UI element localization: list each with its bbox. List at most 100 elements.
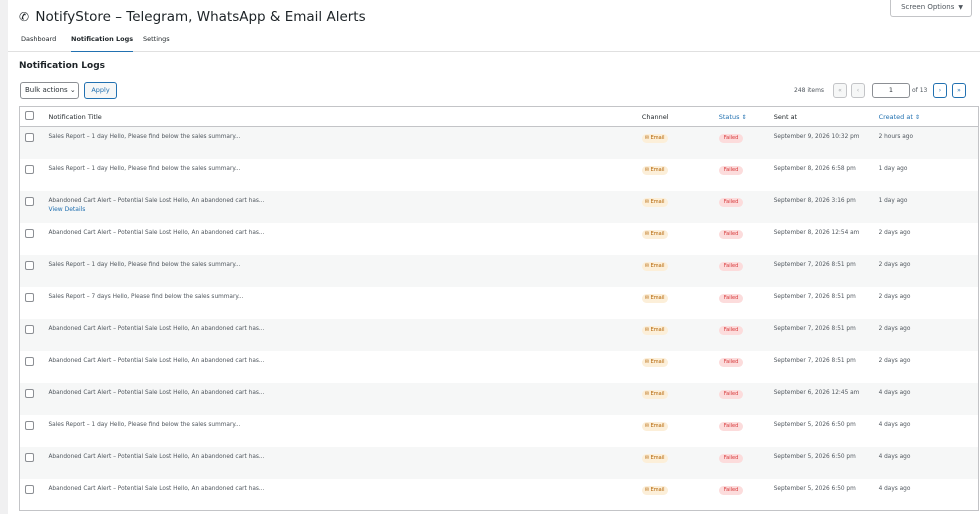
table-row[interactable]: Sales Report – 1 day Hello, Please find … [19, 126, 979, 159]
created-at-cell: 2 hours ago [878, 134, 914, 140]
tab-bar: Dashboard Notification Logs Settings [8, 35, 980, 52]
status-badge: Failed [718, 261, 744, 271]
tab-settings[interactable]: Settings [143, 35, 170, 52]
sort-icon: ⇕ [914, 113, 920, 121]
row-checkbox[interactable] [25, 484, 34, 494]
channel-cell: ✉ Email [641, 383, 719, 415]
channel-badge: ✉ Email [641, 389, 668, 399]
header-status[interactable]: Status ⇕ [718, 106, 774, 127]
row-checkbox[interactable] [25, 292, 34, 302]
header-status-label: Status [718, 112, 740, 121]
status-badge: Failed [718, 485, 744, 495]
channel-cell: ✉ Email [641, 255, 719, 287]
status-badge: Failed [718, 229, 744, 239]
row-checkbox[interactable] [25, 228, 34, 238]
title-cell: Abandoned Cart Alert – Potential Sale Lo… [48, 191, 641, 223]
status-cell: Failed [718, 351, 774, 383]
channel-cell: ✉ Email [641, 159, 719, 191]
status-badge: Failed [718, 165, 744, 175]
first-page-button[interactable]: « [833, 83, 847, 98]
table-row[interactable]: Abandoned Cart Alert – Potential Sale Lo… [19, 190, 979, 223]
channel-badge: ✉ Email [641, 325, 668, 335]
created-at-cell: 4 days ago [878, 389, 911, 396]
table-row[interactable]: Abandoned Cart Alert – Potential Sale Lo… [19, 318, 979, 351]
select-all-checkbox[interactable] [25, 111, 34, 120]
notification-title: Abandoned Cart Alert – Potential Sale Lo… [48, 197, 265, 204]
created-at-cell: 2 days ago [878, 261, 911, 268]
table-header-row: Notification Title Channel Status ⇕ Sent … [19, 106, 979, 127]
status-cell: Failed [718, 255, 774, 287]
notification-title: Sales Report – 1 day Hello, Please find … [48, 165, 241, 172]
last-page-button[interactable]: » [952, 83, 966, 98]
status-badge: Failed [718, 293, 744, 303]
channel-badge: ✉ Email [641, 453, 668, 463]
row-checkbox[interactable] [25, 452, 34, 462]
row-checkbox-cell [20, 447, 49, 479]
notification-title: Abandoned Cart Alert – Potential Sale Lo… [48, 453, 265, 460]
row-checkbox[interactable] [25, 196, 34, 206]
status-cell: Failed [718, 159, 774, 191]
sent-at-cell: September 8, 2026 12:54 am [773, 229, 860, 236]
prev-page-button[interactable]: ‹ [851, 83, 865, 98]
status-badge: Failed [718, 134, 744, 143]
row-checkbox[interactable] [25, 260, 34, 270]
row-checkbox-cell [20, 415, 49, 447]
created-at-cell: 2 days ago [878, 293, 911, 300]
row-checkbox-cell [20, 351, 49, 383]
created-at-cell: 1 day ago [878, 197, 908, 204]
channel-badge: ✉ Email [641, 197, 668, 207]
title-cell: Abandoned Cart Alert – Potential Sale Lo… [48, 447, 641, 479]
channel-cell: ✉ Email [641, 415, 719, 447]
notification-title: Abandoned Cart Alert – Potential Sale Lo… [48, 485, 265, 492]
status-cell: Failed [718, 415, 774, 447]
chevron-down-icon: ⌄ [69, 86, 76, 94]
table-row[interactable]: Sales Report – 1 day Hello, Please find … [19, 254, 979, 287]
view-details-link[interactable]: View Details [48, 206, 641, 213]
row-checkbox[interactable] [25, 356, 34, 366]
channel-badge: ✉ Email [641, 261, 668, 271]
section-title: Notification Logs [19, 61, 106, 71]
notification-title: Sales Report – 1 day Hello, Please find … [48, 261, 241, 268]
table-row[interactable]: Abandoned Cart Alert – Potential Sale Lo… [19, 382, 979, 415]
row-checkbox[interactable] [25, 164, 34, 174]
current-page-input[interactable]: 1 [872, 83, 910, 98]
row-checkbox-cell [20, 255, 49, 287]
sent-at-cell: September 5, 2026 6:50 pm [773, 453, 856, 460]
apply-button[interactable]: Apply [84, 82, 117, 99]
row-checkbox-cell [20, 287, 49, 319]
table-row[interactable]: Abandoned Cart Alert – Potential Sale Lo… [19, 478, 979, 511]
tab-dashboard[interactable]: Dashboard [21, 35, 56, 52]
status-cell: Failed [718, 191, 774, 223]
row-checkbox-cell [20, 223, 49, 255]
row-checkbox[interactable] [25, 388, 34, 398]
row-checkbox[interactable] [25, 133, 34, 142]
screen-options-button[interactable]: Screen Options ▼ [890, 0, 972, 17]
tab-notification-logs[interactable]: Notification Logs [71, 35, 134, 52]
sent-at-cell: September 7, 2026 8:51 pm [773, 261, 856, 268]
table-row[interactable]: Sales Report – 1 day Hello, Please find … [19, 414, 979, 447]
channel-cell: ✉ Email [641, 479, 719, 511]
notification-title: Abandoned Cart Alert – Potential Sale Lo… [48, 325, 265, 332]
table-row[interactable]: Abandoned Cart Alert – Potential Sale Lo… [19, 446, 979, 479]
admin-sidebar-edge [0, 0, 8, 514]
table-row[interactable]: Abandoned Cart Alert – Potential Sale Lo… [19, 350, 979, 383]
status-cell: Failed [718, 127, 774, 159]
table-row[interactable]: Sales Report – 1 day Hello, Please find … [19, 158, 979, 191]
title-cell: Abandoned Cart Alert – Potential Sale Lo… [48, 319, 641, 351]
row-checkbox-cell [20, 383, 49, 415]
notification-title: Abandoned Cart Alert – Potential Sale Lo… [48, 357, 265, 364]
bulk-actions-select[interactable]: Bulk actions ⌄ [20, 82, 79, 99]
table-row[interactable]: Sales Report – 7 days Hello, Please find… [19, 286, 979, 319]
title-cell: Sales Report – 1 day Hello, Please find … [48, 415, 641, 447]
channel-badge: ✉ Email [641, 134, 668, 143]
row-checkbox[interactable] [25, 420, 34, 430]
row-checkbox-cell [20, 479, 49, 511]
row-checkbox[interactable] [25, 324, 34, 334]
created-at-cell: 4 days ago [878, 485, 911, 492]
created-at-cell: 4 days ago [878, 453, 911, 460]
table-row[interactable]: Abandoned Cart Alert – Potential Sale Lo… [19, 222, 979, 255]
header-created-at[interactable]: Created at ⇕ [878, 106, 979, 127]
next-page-button[interactable]: › [933, 83, 947, 98]
title-cell: Abandoned Cart Alert – Potential Sale Lo… [48, 223, 641, 255]
status-cell: Failed [718, 479, 774, 511]
